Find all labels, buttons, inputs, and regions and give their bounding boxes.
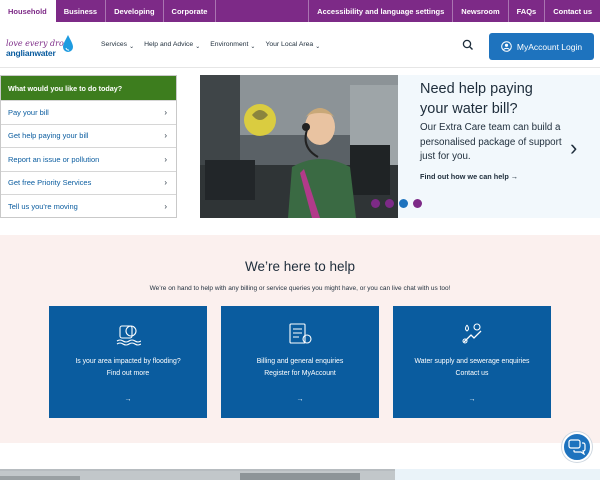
chevron-right-icon: ›	[164, 107, 167, 117]
user-icon	[501, 41, 512, 52]
nav-services[interactable]: Services ⌄	[96, 40, 139, 50]
chevron-right-icon: ›	[164, 201, 167, 211]
chat-icon	[568, 439, 586, 455]
help-title: We’re here to help	[244, 259, 356, 274]
chevron-right-icon: ›	[164, 131, 167, 141]
quick-link-label: Tell us you're moving	[8, 201, 78, 211]
quick-link-label: Report an issue or pollution	[8, 154, 100, 164]
nav-help-and-advice[interactable]: Help and Advice ⌄	[139, 40, 205, 50]
nav-local-area-label: Your Local Area	[265, 41, 314, 48]
newsroom-link[interactable]: Newsroom	[452, 0, 507, 22]
quick-link-help-paying[interactable]: Get help paying your bill ›	[1, 123, 176, 148]
quick-links-title: What would you like to do today?	[1, 76, 176, 100]
arrow-right-icon[interactable]: →	[221, 396, 379, 403]
nav-environment-label: Environment	[210, 41, 249, 48]
flood-icon	[116, 325, 141, 346]
quick-link-pay-bill[interactable]: Pay your bill ›	[1, 100, 176, 124]
chevron-down-icon: ⌄	[195, 43, 201, 50]
next-section-panel	[395, 469, 600, 480]
water-drop-icon	[63, 34, 73, 52]
top-navigation-bar: Household Business Developing Corporate …	[0, 0, 600, 22]
billing-card[interactable]: Billing and general enquiries Register f…	[221, 306, 379, 418]
bill-icon	[289, 323, 312, 344]
tab-business[interactable]: Business	[56, 0, 107, 22]
chevron-right-icon[interactable]: ›	[570, 135, 577, 161]
card-title: Billing and general enquiries	[256, 358, 344, 365]
anglian-water-logo[interactable]: love every drop anglianwater	[6, 30, 86, 60]
water-supply-card[interactable]: Water supply and sewerage enquiries Cont…	[393, 306, 551, 418]
hero-description: Our Extra Care team can build a personal…	[420, 122, 562, 162]
quick-link-label: Pay your bill	[8, 107, 49, 117]
contact-us-link[interactable]: Contact us	[544, 0, 600, 22]
carousel-dot-2[interactable]	[385, 199, 394, 208]
logo-wordmark: anglianwater	[6, 47, 56, 58]
hero-title: Need help paying your water bill?	[420, 79, 533, 119]
chevron-down-icon: ⌄	[250, 43, 256, 50]
nav-environment[interactable]: Environment ⌄	[205, 40, 260, 50]
faqs-link[interactable]: FAQs	[507, 0, 545, 22]
chevron-down-icon: ⌄	[315, 43, 321, 50]
nav-services-label: Services	[101, 41, 128, 48]
hero-cta-link[interactable]: Find out how we can help →	[420, 172, 518, 181]
hero-carousel: Need help paying your water bill? Our Ex…	[200, 75, 600, 218]
help-section: We’re here to help We’re on hand to help…	[0, 235, 600, 443]
quick-link-label: Get help paying your bill	[8, 131, 89, 141]
carousel-dot-1[interactable]	[371, 199, 380, 208]
tab-corporate[interactable]: Corporate	[164, 0, 217, 22]
pipe-icon	[462, 323, 482, 344]
myaccount-label: MyAccount Login	[516, 41, 583, 52]
hero-photo	[200, 75, 398, 218]
arrow-right-icon[interactable]: →	[49, 396, 207, 403]
flooding-card[interactable]: Is your area impacted by flooding? Find …	[49, 306, 207, 418]
myaccount-login-button[interactable]: MyAccount Login	[489, 33, 594, 60]
carousel-dot-3[interactable]	[399, 199, 408, 208]
main-header: love every drop anglianwater Services ⌄ H…	[0, 22, 600, 68]
quick-link-label: Get free Priority Services	[8, 178, 92, 188]
house-photo-strip	[0, 471, 395, 480]
quick-links-panel: What would you like to do today? Pay you…	[0, 75, 177, 218]
nav-your-local-area[interactable]: Your Local Area ⌄	[260, 40, 325, 50]
next-section-image	[0, 469, 395, 480]
call-centre-photo-illustration	[200, 75, 398, 218]
chevron-down-icon: ⌄	[129, 43, 135, 50]
search-icon[interactable]	[462, 39, 474, 51]
chevron-right-icon: ›	[164, 154, 167, 164]
logo-tagline: love every drop	[6, 38, 69, 48]
hero-title-line1: Need help paying	[420, 81, 533, 97]
tab-developing[interactable]: Developing	[106, 0, 164, 22]
carousel-dots	[371, 199, 422, 208]
primary-nav: Services ⌄ Help and Advice ⌄ Environment ⌄ …	[96, 40, 325, 50]
quick-link-report-issue[interactable]: Report an issue or pollution ›	[1, 147, 176, 171]
quick-link-moving[interactable]: Tell us you're moving ›	[1, 194, 176, 218]
live-chat-button[interactable]	[562, 432, 592, 462]
card-title: Water supply and sewerage enquiries	[414, 358, 530, 365]
card-link[interactable]: Register for MyAccount	[221, 370, 379, 377]
card-link[interactable]: Find out more	[49, 370, 207, 377]
nav-help-label: Help and Advice	[144, 41, 194, 48]
hero-title-line2: your water bill?	[420, 101, 518, 117]
card-title: Is your area impacted by flooding?	[75, 358, 181, 365]
accessibility-link[interactable]: Accessibility and language settings	[308, 0, 452, 22]
help-subtitle: We’re on hand to help with any billing o…	[149, 285, 451, 292]
arrow-right-icon[interactable]: →	[393, 396, 551, 403]
quick-link-priority-services[interactable]: Get free Priority Services ›	[1, 170, 176, 195]
card-link[interactable]: Contact us	[393, 370, 551, 377]
tab-household[interactable]: Household	[0, 0, 56, 22]
chevron-right-icon: ›	[164, 178, 167, 188]
carousel-dot-4[interactable]	[413, 199, 422, 208]
